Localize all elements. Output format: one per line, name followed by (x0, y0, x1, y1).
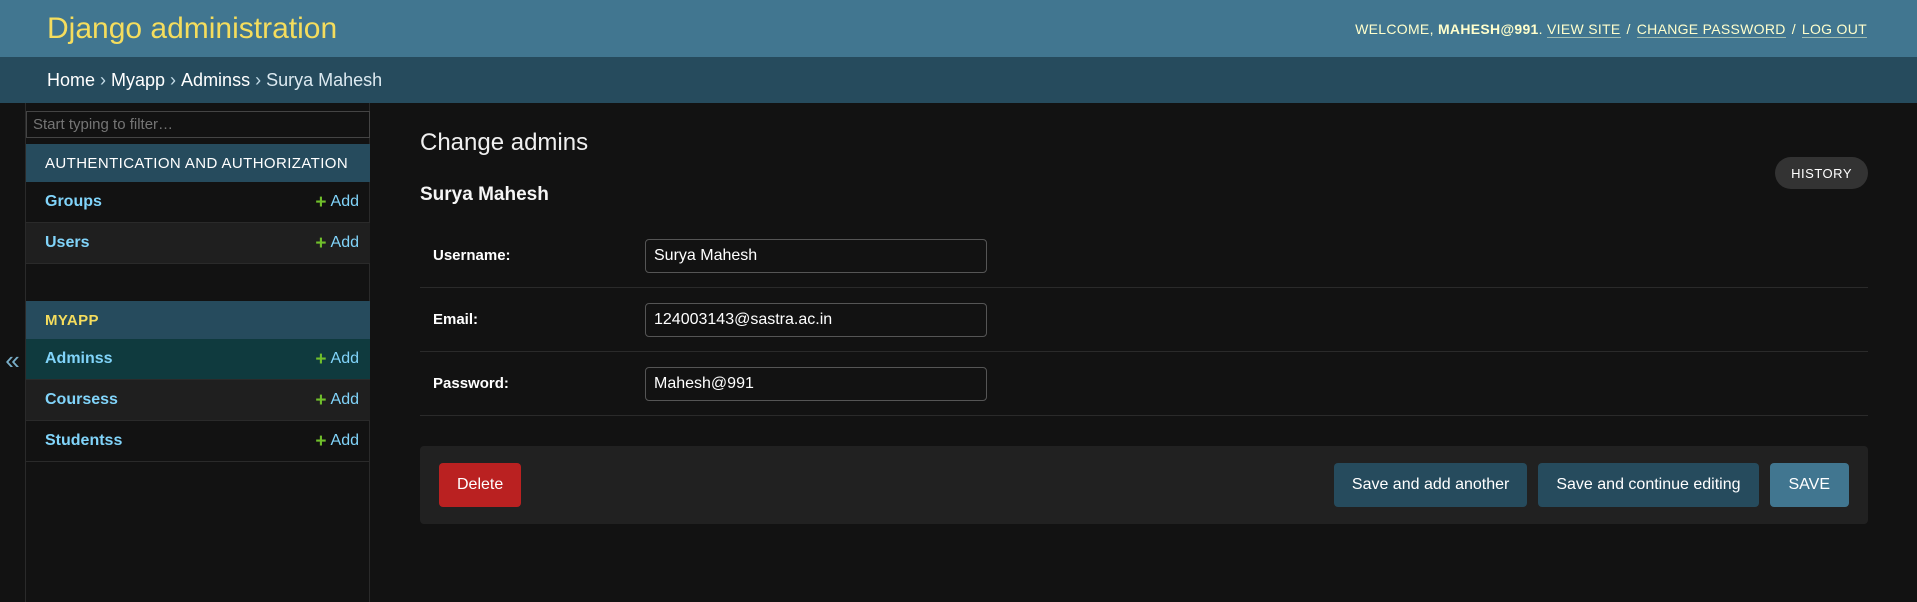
nav-filter-input[interactable] (26, 111, 370, 138)
breadcrumb-separator: › (255, 69, 262, 90)
sidebar-item-coursess: Coursess + Add (26, 380, 370, 421)
plus-icon: + (315, 389, 327, 411)
save-and-add-another-button[interactable]: Save and add another (1333, 463, 1528, 507)
double-chevron-left-icon[interactable]: « (5, 347, 19, 373)
sidebar-item-studentss-link[interactable]: Studentss (45, 432, 122, 450)
sidebar-toggle[interactable]: « (0, 103, 25, 602)
delete-button[interactable]: Delete (439, 463, 522, 507)
breadcrumb-home[interactable]: Home (47, 70, 95, 91)
form-row-username: Username: (420, 224, 1868, 288)
add-studentss-button[interactable]: + Add (315, 432, 359, 451)
username: MAHESH@991 (1437, 20, 1539, 37)
main: « AUTHENTICATION AND AUTHORIZATION Group… (0, 103, 1917, 602)
sidebar-item-adminss-link[interactable]: Adminss (45, 350, 113, 368)
breadcrumb-model[interactable]: Adminss (181, 70, 250, 91)
sidebar-item-adminss: Adminss + Add (26, 339, 370, 380)
sidebar-item-studentss: Studentss + Add (26, 421, 370, 462)
username-label: Username: (433, 247, 511, 264)
username-field[interactable] (645, 238, 987, 273)
module-myapp: MYAPP Adminss + Add Coursess + Add Student… (26, 301, 370, 462)
module-caption-auth[interactable]: AUTHENTICATION AND AUTHORIZATION (26, 144, 370, 182)
plus-icon: + (315, 430, 327, 452)
log-out-link[interactable]: LOG OUT (1801, 20, 1867, 38)
email-label: Email: (433, 311, 479, 328)
change-password-link[interactable]: CHANGE PASSWORD (1636, 20, 1786, 38)
breadcrumb-current: Surya Mahesh (266, 69, 383, 90)
breadcrumb-separator: › (170, 69, 177, 90)
save-button[interactable]: SAVE (1769, 463, 1849, 507)
add-adminss-button[interactable]: + Add (315, 350, 359, 369)
sidebar-item-users: Users + Add (26, 223, 370, 264)
add-groups-button[interactable]: + Add (315, 193, 359, 212)
header: Django administration WELCOME, MAHESH@99… (0, 0, 1917, 57)
breadcrumb: Home › Myapp › Adminss › Surya Mahesh (0, 57, 1917, 103)
sidebar: AUTHENTICATION AND AUTHORIZATION Groups … (25, 103, 370, 602)
sidebar-item-coursess-link[interactable]: Coursess (45, 391, 118, 409)
sidebar-item-groups: Groups + Add (26, 182, 370, 223)
site-brand[interactable]: Django administration (47, 12, 337, 46)
history-button[interactable]: HISTORY (1775, 157, 1868, 189)
module-auth: AUTHENTICATION AND AUTHORIZATION Groups … (26, 144, 370, 264)
user-tools: WELCOME, MAHESH@991. VIEW SITE / CHANGE PA… (1355, 20, 1867, 38)
plus-icon: + (315, 348, 327, 370)
breadcrumb-app[interactable]: Myapp (111, 70, 165, 91)
page-title: Change admins (420, 129, 589, 156)
add-users-button[interactable]: + Add (315, 234, 359, 253)
sidebar-item-users-link[interactable]: Users (45, 234, 89, 252)
view-site-link[interactable]: VIEW SITE (1547, 20, 1621, 38)
sidebar-item-groups-link[interactable]: Groups (45, 193, 102, 211)
module-caption-myapp[interactable]: MYAPP (26, 301, 370, 339)
breadcrumb-separator: › (100, 69, 107, 90)
plus-icon: + (315, 232, 327, 254)
add-coursess-button[interactable]: + Add (315, 391, 359, 410)
object-name: Surya Mahesh (420, 184, 549, 205)
fieldset: Username: Email: Password: (420, 224, 1868, 416)
submit-row: Delete Save and add another Save and con… (420, 446, 1868, 524)
password-field[interactable] (645, 366, 987, 401)
plus-icon: + (315, 191, 327, 213)
welcome-text: WELCOME, (1355, 20, 1434, 37)
form-row-email: Email: (420, 288, 1868, 352)
save-and-continue-button[interactable]: Save and continue editing (1538, 463, 1759, 507)
form-row-password: Password: (420, 352, 1868, 416)
password-label: Password: (433, 375, 509, 392)
email-field[interactable] (645, 302, 987, 337)
